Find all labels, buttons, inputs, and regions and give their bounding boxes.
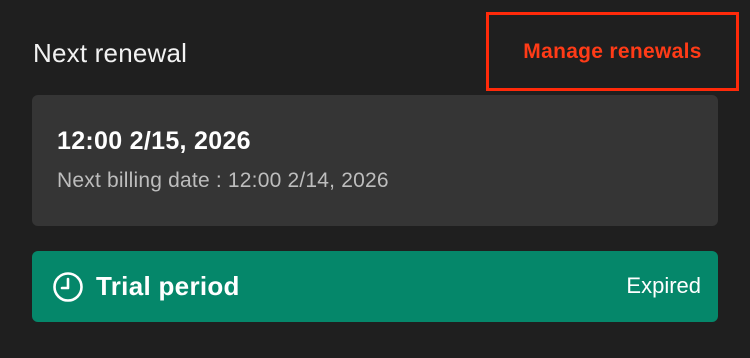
- renewal-card: 12:00 2/15, 2026 Next billing date : 12:…: [32, 95, 718, 226]
- trial-period-label: Trial period: [96, 271, 240, 301]
- next-billing-date: Next billing date : 12:00 2/14, 2026: [57, 169, 389, 192]
- manage-renewals-link[interactable]: Manage renewals: [486, 12, 739, 91]
- clock-icon: [52, 271, 84, 303]
- manage-renewals-label[interactable]: Manage renewals: [523, 40, 701, 64]
- trial-status-badge: Expired: [626, 273, 701, 298]
- renewal-date: 12:00 2/15, 2026: [57, 127, 251, 155]
- next-renewal-heading: Next renewal: [33, 38, 188, 68]
- trial-period-banner: Trial period Expired: [32, 251, 718, 322]
- renewal-panel: Next renewal Manage renewals 12:00 2/15,…: [0, 0, 750, 358]
